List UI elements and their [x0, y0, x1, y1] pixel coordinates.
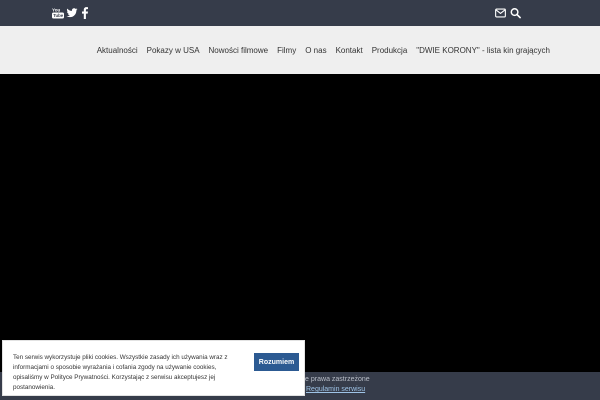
nav-item-aktualnosci[interactable]: Aktualności	[97, 46, 138, 55]
facebook-icon[interactable]	[82, 7, 88, 19]
nav-item-o-nas[interactable]: O nas	[305, 46, 326, 55]
terms-link[interactable]: Regulamin serwisu	[306, 386, 365, 393]
nav-item-dwie-korony[interactable]: "DWIE KORONY" - lista kin grających	[416, 46, 550, 55]
nav-item-filmy[interactable]: Filmy	[277, 46, 296, 55]
nav-item-nowosci-filmowe[interactable]: Nowości filmowe	[209, 46, 269, 55]
nav-menu: Aktualności Pokazy w USA Nowości filmowe…	[97, 26, 550, 74]
top-bar: You Tube	[0, 0, 600, 26]
cookie-message-line: opisaliśmy w Polityce Prywatności. Korzy…	[13, 374, 216, 391]
copyright-text: kie prawa zastrzeżone	[300, 376, 370, 383]
twitter-icon[interactable]	[66, 7, 78, 19]
youtube-icon[interactable]: You Tube	[52, 7, 64, 19]
svg-text:You: You	[52, 8, 61, 13]
cookie-accept-button[interactable]: Rozumiem	[254, 353, 299, 371]
cookie-message-line: Ten serwis wykorzystuje pliki cookies. W…	[13, 354, 228, 361]
cookie-message: Ten serwis wykorzystuje pliki cookies. W…	[13, 353, 251, 393]
svg-text:Tube: Tube	[53, 13, 64, 18]
cookie-banner: Ten serwis wykorzystuje pliki cookies. W…	[2, 340, 305, 396]
hero-video-area	[0, 74, 600, 372]
mail-icon[interactable]	[495, 7, 506, 19]
nav-item-produkcja[interactable]: Produkcja	[372, 46, 408, 55]
nav-item-pokazy-w-usa[interactable]: Pokazy w USA	[147, 46, 200, 55]
nav-item-kontakt[interactable]: Kontakt	[336, 46, 363, 55]
cookie-message-line: informacjami o sposobie wyrażania i cofa…	[13, 364, 217, 371]
search-icon[interactable]	[510, 7, 521, 19]
main-navigation: Aktualności Pokazy w USA Nowości filmowe…	[0, 26, 600, 74]
